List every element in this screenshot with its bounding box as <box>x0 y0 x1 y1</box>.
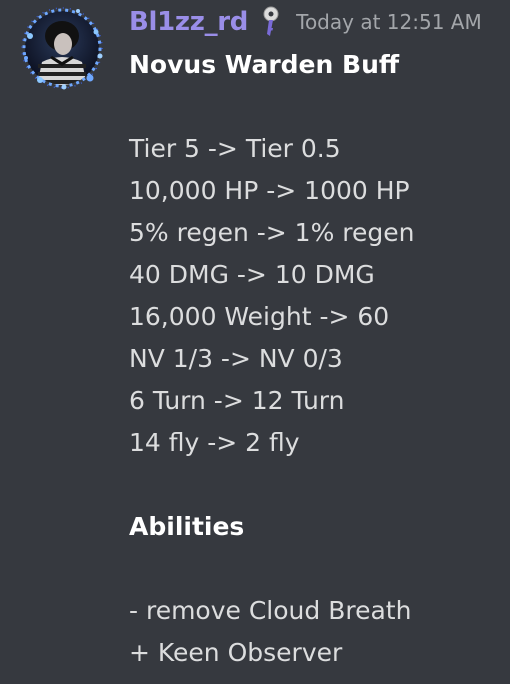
key-icon <box>260 6 282 38</box>
ability-line: - remove Cloud Breath <box>129 596 412 625</box>
change-line: 16,000 Weight -> 60 <box>129 302 390 331</box>
change-line: 10,000 HP -> 1000 HP <box>129 176 410 205</box>
change-line: NV 1/3 -> NV 0/3 <box>129 344 343 373</box>
change-line: 5% regen -> 1% regen <box>129 218 415 247</box>
change-line: Tier 5 -> Tier 0.5 <box>129 134 341 163</box>
message-header: Bl1zz_rd Today at 12:51 AM <box>129 4 482 40</box>
avatar[interactable] <box>20 6 104 90</box>
avatar-image <box>21 7 103 90</box>
change-line: 40 DMG -> 10 DMG <box>129 260 375 289</box>
message-content: Novus Warden Buff Tier 5 -> Tier 0.5 10,… <box>129 44 504 674</box>
message-title: Novus Warden Buff <box>129 50 400 79</box>
username[interactable]: Bl1zz_rd <box>129 7 248 37</box>
change-line: 14 fly -> 2 fly <box>129 428 300 457</box>
timestamp[interactable]: Today at 12:51 AM <box>296 10 482 34</box>
chat-message: Bl1zz_rd Today at 12:51 AM Novus Warden … <box>0 0 510 684</box>
ability-line: + Keen Observer <box>129 638 343 667</box>
change-line: 6 Turn -> 12 Turn <box>129 386 345 415</box>
abilities-heading: Abilities <box>129 512 245 541</box>
